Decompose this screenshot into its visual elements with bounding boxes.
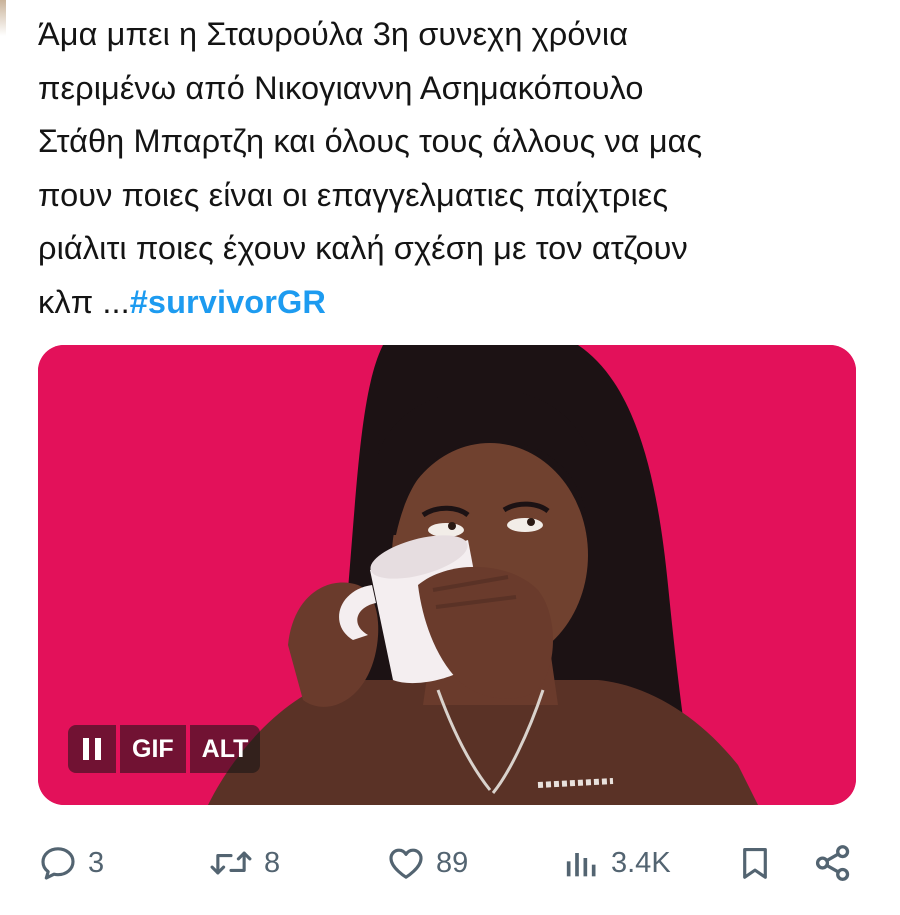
views-button[interactable]: 3.4K [561,833,671,893]
views-bar-chart-icon [566,853,596,877]
gif-media[interactable]: GIF ALT [38,345,856,805]
cropped-avatar-edge [0,0,6,36]
share-button[interactable] [812,833,854,893]
gif-badge: GIF [120,725,186,773]
hashtag-link[interactable]: #survivorGR [130,284,326,320]
pause-icon [83,738,101,760]
reply-count: 3 [88,846,105,879]
gif-controls: GIF ALT [68,725,261,773]
alt-text-button[interactable]: ALT [189,725,261,773]
pause-button[interactable] [68,725,116,773]
tweet-text-line: Άμα μπει η Σταυρούλα 3η συνεχη χρόνια [38,16,629,52]
share-icon [815,845,850,881]
retweet-button[interactable]: 8 [208,833,280,893]
tweet-text-line: Στάθη Μπαρτζη και όλους τους άλλους να μ… [38,123,703,159]
tweet-text: Άμα μπει η Σταυρούλα 3η συνεχη χρόνια πε… [38,8,878,329]
tweet-action-bar: 3 8 89 3.4K [38,833,860,893]
like-button[interactable]: 89 [386,833,468,893]
heart-icon [389,848,423,879]
tweet-text-line: περιμένω από Νικογιαννη Ασημακόπουλο [38,69,644,106]
bookmark-icon [743,847,767,879]
reply-button[interactable]: 3 [38,833,104,893]
tweet-text-last-line: κλπ ...#survivorGR [38,276,878,330]
tweet-text-line: κλπ ... [38,283,130,320]
tweet-text-line: ριάλιτι ποιες έχουν καλή σχέση με τον ατ… [38,230,688,266]
bookmark-button[interactable] [736,833,774,893]
views-count: 3.4K [611,846,671,879]
retweet-icon [210,851,252,875]
retweet-count: 8 [264,846,281,879]
tweet-text-line: πουν ποιες είναι οι επαγγελματιες παίχτρ… [38,176,669,213]
reply-bubble-icon [41,847,75,880]
like-count: 89 [436,846,469,879]
